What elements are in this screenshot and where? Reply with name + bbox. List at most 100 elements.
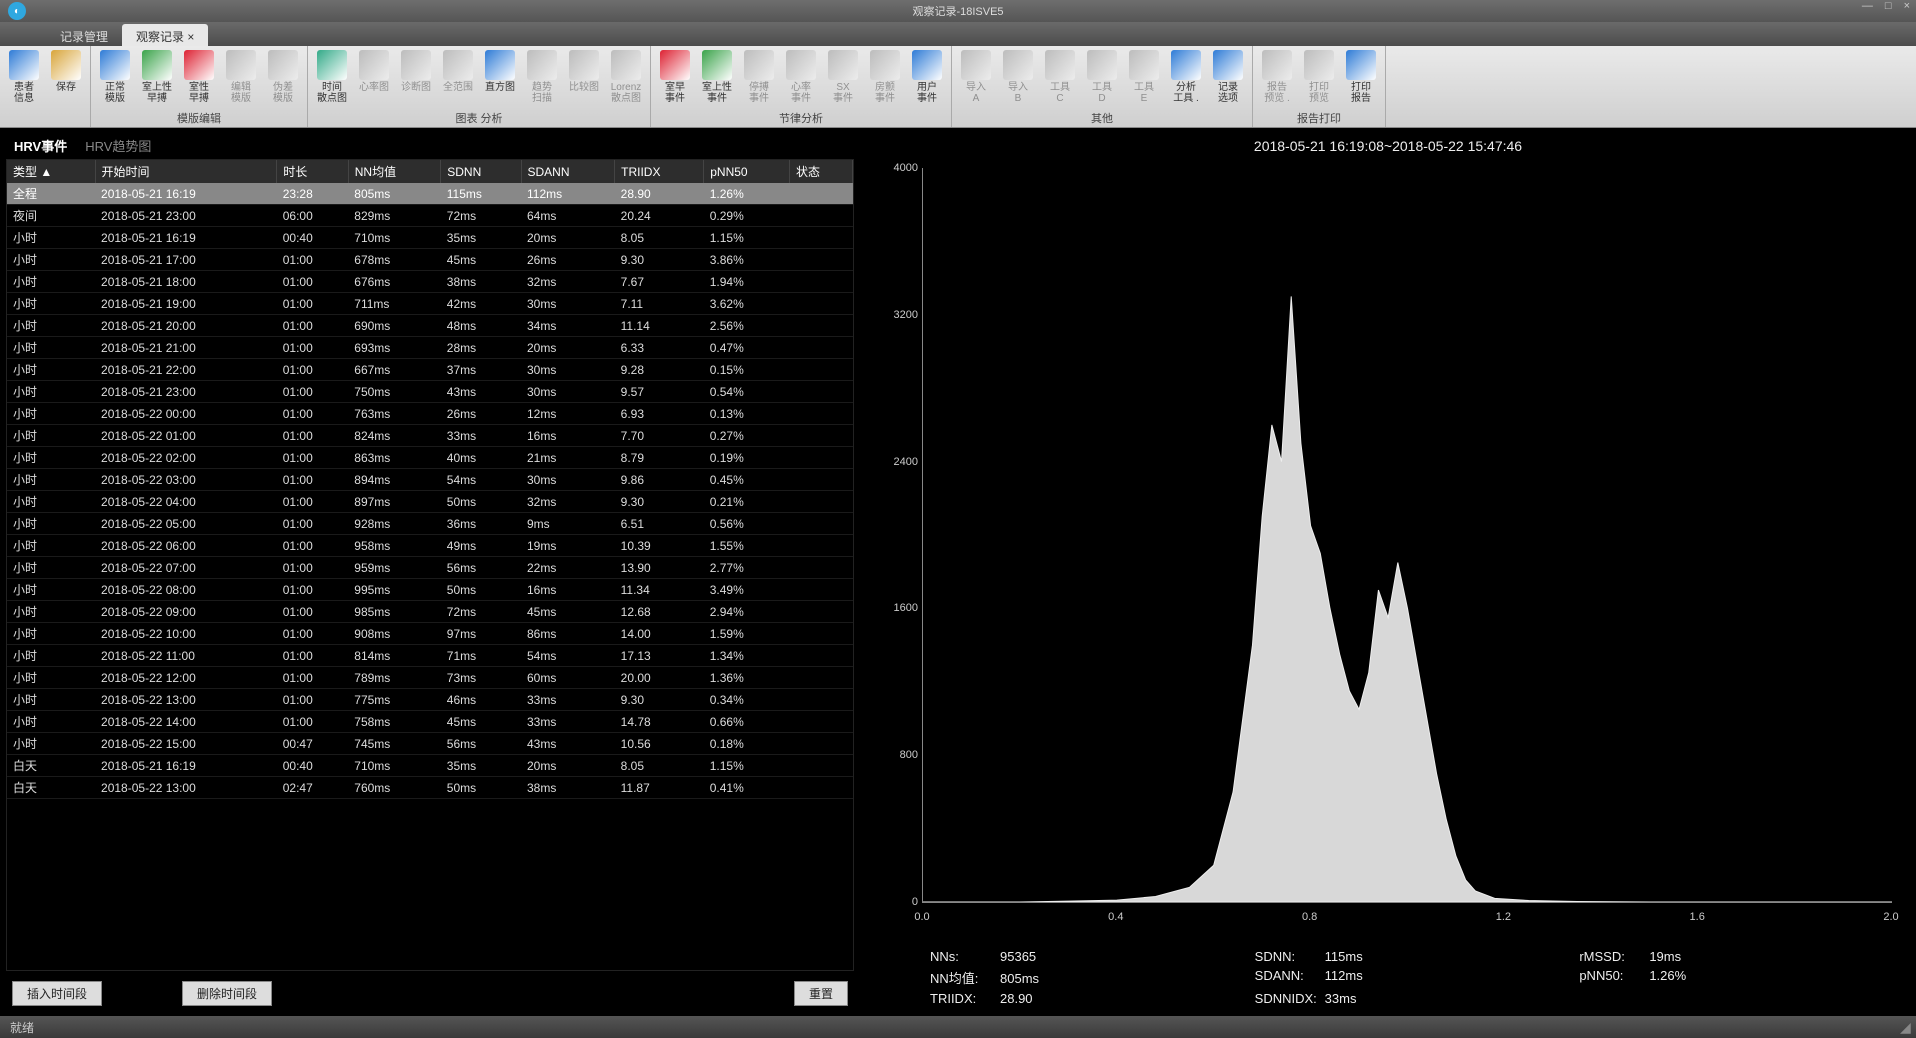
diag-chart-button[interactable]: 诊断图 <box>396 48 436 109</box>
print-preview-button[interactable]: 打印 预览 <box>1299 48 1339 109</box>
table-row[interactable]: 小时2018-05-22 12:0001:00789ms73ms60ms20.0… <box>7 667 853 689</box>
table-row[interactable]: 小时2018-05-22 02:0001:00863ms40ms21ms8.79… <box>7 447 853 469</box>
x-tick: 0.8 <box>1302 911 1317 923</box>
lorenz-button[interactable]: Lorenz 散点图 <box>606 48 646 109</box>
table-row[interactable]: 小时2018-05-22 15:0000:47745ms56ms43ms10.5… <box>7 733 853 755</box>
pause-event-button[interactable]: 停搏 事件 <box>739 48 779 109</box>
patient-info-icon <box>9 50 39 80</box>
artifact-template-button[interactable]: 伪差 模版 <box>263 48 303 109</box>
normal-template-button[interactable]: 正常 模版 <box>95 48 135 109</box>
column-header[interactable]: TRIIDX <box>615 160 704 183</box>
v-premature-icon <box>184 50 214 80</box>
tool-d-button[interactable]: 工具 D <box>1082 48 1122 109</box>
insert-period-button[interactable]: 插入时间段 <box>12 981 102 1006</box>
import-a-button[interactable]: 导入 A <box>956 48 996 109</box>
sv-event-button[interactable]: 室上性 事件 <box>697 48 737 109</box>
left-pane: HRV事件 HRV趋势图 类型 ▲开始时间时长NN均值SDNNSDANNTRIID… <box>0 128 860 1016</box>
column-header[interactable]: SDNN <box>441 160 521 183</box>
table-row[interactable]: 小时2018-05-22 09:0001:00985ms72ms45ms12.6… <box>7 601 853 623</box>
full-range-button[interactable]: 全范围 <box>438 48 478 109</box>
table-row[interactable]: 小时2018-05-22 06:0001:00958ms49ms19ms10.3… <box>7 535 853 557</box>
sv-premature-button[interactable]: 室上性 早搏 <box>137 48 177 109</box>
time-scatter-button[interactable]: 时间 散点图 <box>312 48 352 109</box>
column-header[interactable]: pNN50 <box>704 160 790 183</box>
table-row[interactable]: 小时2018-05-21 19:0001:00711ms42ms30ms7.11… <box>7 293 853 315</box>
edit-template-button[interactable]: 编辑 模版 <box>221 48 261 109</box>
y-tick: 2400 <box>880 456 918 468</box>
table-row[interactable]: 白天2018-05-22 13:0002:47760ms50ms38ms11.8… <box>7 777 853 799</box>
report-preview-button[interactable]: 报告 预览 . <box>1257 48 1297 109</box>
column-header[interactable]: 时长 <box>277 160 349 183</box>
column-header[interactable]: 开始时间 <box>95 160 277 183</box>
sub-tab[interactable]: HRV趋势图 <box>85 136 151 155</box>
lorenz-icon <box>611 50 641 80</box>
table-row[interactable]: 小时2018-05-21 18:0001:00676ms38ms32ms7.67… <box>7 271 853 293</box>
table-row[interactable]: 全程2018-05-21 16:1923:28805ms115ms112ms28… <box>7 183 853 205</box>
table-row[interactable]: 小时2018-05-22 14:0001:00758ms45ms33ms14.7… <box>7 711 853 733</box>
hr-chart-button[interactable]: 心率图 <box>354 48 394 109</box>
analysis-tool-icon <box>1171 50 1201 80</box>
resize-handle-icon[interactable]: ◢ <box>1900 1022 1914 1036</box>
table-row[interactable]: 小时2018-05-21 20:0001:00690ms48ms34ms11.1… <box>7 315 853 337</box>
diag-chart-icon <box>401 50 431 80</box>
right-pane: 2018-05-21 16:19:08~2018-05-22 15:47:46 … <box>860 128 1916 1016</box>
table-row[interactable]: 小时2018-05-22 01:0001:00824ms33ms16ms7.70… <box>7 425 853 447</box>
analysis-tool-button[interactable]: 分析 工具 . <box>1166 48 1206 109</box>
column-header[interactable]: 类型 ▲ <box>7 160 95 183</box>
column-header[interactable]: SDANN <box>521 160 615 183</box>
af-event-button[interactable]: 房颤 事件 <box>865 48 905 109</box>
maximize-button[interactable]: □ <box>1885 0 1892 12</box>
compare-button[interactable]: 比较图 <box>564 48 604 109</box>
stat-item: rMSSD:19ms <box>1579 949 1884 964</box>
y-tick: 4000 <box>880 162 918 174</box>
table-row[interactable]: 小时2018-05-22 10:0001:00908ms97ms86ms14.0… <box>7 623 853 645</box>
trend-scan-button[interactable]: 趋势 扫描 <box>522 48 562 109</box>
save-button[interactable]: 保存 <box>46 48 86 125</box>
table-row[interactable]: 小时2018-05-22 13:0001:00775ms46ms33ms9.30… <box>7 689 853 711</box>
table-row[interactable]: 小时2018-05-21 21:0001:00693ms28ms20ms6.33… <box>7 337 853 359</box>
histogram-button[interactable]: 直方图 <box>480 48 520 109</box>
user-event-button[interactable]: 用户 事件 <box>907 48 947 109</box>
tool-e-button[interactable]: 工具 E <box>1124 48 1164 109</box>
tool-c-button[interactable]: 工具 C <box>1040 48 1080 109</box>
minimize-button[interactable]: — <box>1862 0 1873 12</box>
delete-period-button[interactable]: 删除时间段 <box>182 981 272 1006</box>
stat-item: SDNNIDX:33ms <box>1255 991 1560 1006</box>
sx-event-button[interactable]: SX 事件 <box>823 48 863 109</box>
table-row[interactable]: 小时2018-05-22 00:0001:00763ms26ms12ms6.93… <box>7 403 853 425</box>
stat-item <box>1579 991 1884 1006</box>
print-report-button[interactable]: 打印 报告 <box>1341 48 1381 109</box>
column-header[interactable]: 状态 <box>789 160 852 183</box>
table-row[interactable]: 小时2018-05-21 17:0001:00678ms45ms26ms9.30… <box>7 249 853 271</box>
table-row[interactable]: 小时2018-05-22 04:0001:00897ms50ms32ms9.30… <box>7 491 853 513</box>
main-tab[interactable]: 记录管理 <box>46 24 122 46</box>
table-row[interactable]: 小时2018-05-22 08:0001:00995ms50ms16ms11.3… <box>7 579 853 601</box>
window-title: 观察记录-18ISVE5 <box>912 3 1003 19</box>
table-row[interactable]: 小时2018-05-21 23:0001:00750ms43ms30ms9.57… <box>7 381 853 403</box>
patient-info-button[interactable]: 患者 信息 <box>4 48 44 125</box>
table-row[interactable]: 小时2018-05-22 11:0001:00814ms71ms54ms17.1… <box>7 645 853 667</box>
reset-button[interactable]: 重置 <box>794 981 848 1006</box>
table-row[interactable]: 白天2018-05-21 16:1900:40710ms35ms20ms8.05… <box>7 755 853 777</box>
sx-event-icon <box>828 50 858 80</box>
table-row[interactable]: 小时2018-05-21 22:0001:00667ms37ms30ms9.28… <box>7 359 853 381</box>
y-tick: 0 <box>880 896 918 908</box>
table-row[interactable]: 小时2018-05-22 03:0001:00894ms54ms30ms9.86… <box>7 469 853 491</box>
table-row[interactable]: 小时2018-05-22 07:0001:00959ms56ms22ms13.9… <box>7 557 853 579</box>
v-prem-event-button[interactable]: 室早 事件 <box>655 48 695 109</box>
import-b-button[interactable]: 导入 B <box>998 48 1038 109</box>
main-tab[interactable]: 观察记录 × <box>122 24 208 46</box>
column-header[interactable]: NN均值 <box>348 160 441 183</box>
sub-tab[interactable]: HRV事件 <box>14 136 67 155</box>
stat-item: pNN50:1.26% <box>1579 968 1884 987</box>
titlebar: ◐ 观察记录-18ISVE5 — □ × <box>0 0 1916 22</box>
record-option-button[interactable]: 记录 选项 <box>1208 48 1248 109</box>
table-row[interactable]: 小时2018-05-22 05:0001:00928ms36ms9ms6.510… <box>7 513 853 535</box>
hrv-table-container[interactable]: 类型 ▲开始时间时长NN均值SDNNSDANNTRIIDXpNN50状态 全程2… <box>6 159 854 971</box>
v-prem-event-icon <box>660 50 690 80</box>
hr-event-button[interactable]: 心率 事件 <box>781 48 821 109</box>
table-row[interactable]: 小时2018-05-21 16:1900:40710ms35ms20ms8.05… <box>7 227 853 249</box>
close-button[interactable]: × <box>1904 0 1910 12</box>
v-premature-button[interactable]: 室性 早搏 <box>179 48 219 109</box>
table-row[interactable]: 夜间2018-05-21 23:0006:00829ms72ms64ms20.2… <box>7 205 853 227</box>
